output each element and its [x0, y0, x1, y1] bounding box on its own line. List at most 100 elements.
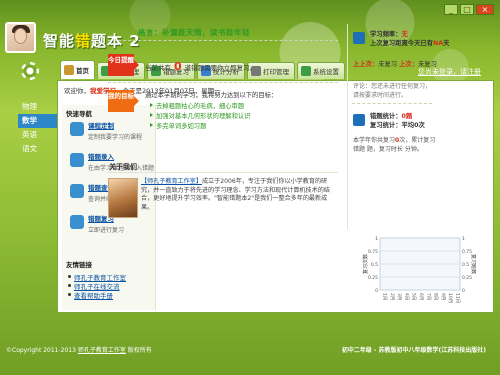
- today-reminder-text: 当前共有 0 道错题需要你立即复习。: [145, 60, 256, 73]
- app-window: 智能错题本 2 _ □ × 您尚未登录，请注册 首页错题管理错题复习统计分析打印…: [0, 0, 500, 375]
- chart-xtick: 10月: [447, 293, 453, 303]
- about-heading: 关于我们: [109, 163, 137, 171]
- chart-xtick: 4月: [403, 293, 409, 300]
- week-pre: 本学年你共复习: [353, 137, 396, 144]
- chart-ytick-right: 0.5: [462, 262, 469, 268]
- current-course[interactable]: 初中二年级 - 苏教版初中八年级数学(江苏科技出版社): [342, 345, 486, 354]
- chart-ytick-right: 0: [462, 288, 465, 294]
- course-icon: [70, 122, 84, 136]
- friend-link[interactable]: 师孔子教育工作室: [66, 272, 126, 282]
- chart-ylabel-right: 复习题数: [470, 254, 476, 274]
- goal-item: 加强对基本几何形状的理解和认识: [150, 111, 250, 121]
- last-post: 天: [443, 40, 450, 47]
- settings-icon: [301, 66, 311, 76]
- goal-list: 去掉粗题枯心的毛病，细心审题 加强对基本几何形状的理解和认识 多完单词多如习题: [150, 101, 250, 131]
- divider: [108, 40, 338, 41]
- subject-list: 物理 数学 英语 语文: [18, 100, 58, 156]
- reminder-count: 0: [174, 60, 182, 73]
- year-review-summary: 本学年你共复习0次，累计复习错题 题，复习时长 分钟。: [353, 137, 437, 154]
- study-frequency: 学习频率：无 上次复习距离今天已有NA天: [370, 30, 449, 48]
- minimize-button[interactable]: _: [444, 4, 458, 15]
- stats-icon: [353, 32, 365, 44]
- welcome-prefix: 欢迎你，: [64, 87, 90, 95]
- quick-nav-desc: 立即进行复习: [88, 227, 125, 234]
- chart-xtick: 5月: [411, 293, 417, 300]
- tab-label: 打印管理: [263, 68, 289, 76]
- review-avg-value: 平均0次: [401, 122, 425, 129]
- friend-links: 友情链接 师孔子教育工作室 师孔子在线交流 查看帮助手册: [66, 259, 126, 300]
- chart-ytick-left: 0: [375, 288, 378, 294]
- chart-ytick-left: 0.5: [371, 262, 378, 268]
- chart-xtick: 8月: [433, 293, 439, 300]
- goal-intro: 通过本学期的学习，我将努力达到以下的目标：: [145, 92, 278, 99]
- freq-label: 学习频率：: [370, 31, 402, 38]
- tab-0[interactable]: 首页: [60, 60, 95, 79]
- goal-item: 去掉粗题枯心的毛病，细心审题: [150, 101, 250, 111]
- review-remark: 评论：您还未进行任何复习，请按要求时间进行。: [353, 83, 432, 99]
- copyright: ©Copyright 2011-2013 师孔子教育工作室 版权所有: [6, 345, 152, 354]
- chart-ylabel: 复习次数: [362, 254, 369, 274]
- chart-ytick-right: 1: [462, 236, 465, 242]
- last-value: 未复习: [417, 61, 437, 68]
- close-button[interactable]: ×: [476, 4, 494, 15]
- tab-label: 系统设置: [313, 68, 339, 76]
- chart-xtick: 9月: [440, 293, 446, 300]
- today-reminder-tag: 今日提醒: [108, 54, 139, 76]
- about-text: 【师孔子教育工作室】成立于2006年，专注于我们你以小学教育的研究，并一直致力于…: [141, 178, 337, 212]
- avatar[interactable]: [5, 22, 36, 53]
- last-value: NA: [432, 40, 444, 47]
- last-label: 上次：: [399, 61, 418, 68]
- title-highlight: 错: [75, 32, 92, 50]
- avatar-face: [14, 28, 27, 44]
- friend-link[interactable]: 师孔子在线交流: [66, 281, 126, 291]
- subject-item[interactable]: 数学: [18, 114, 58, 128]
- reminder-post: 道错题需要你立即复习。: [184, 64, 257, 72]
- error-count-value: 0题: [401, 113, 413, 120]
- error-count-label: 错题统计：: [370, 113, 402, 120]
- stats-panel: 学习频率：无 上次复习距离今天已有NA天 上上次：未复习 上次：未复习 评论：您…: [347, 24, 449, 229]
- last-pre: 上次复习距离今天已有: [370, 40, 433, 47]
- divider: [108, 82, 338, 83]
- chart-xtick: 1月: [382, 293, 388, 300]
- gear-icon[interactable]: [21, 62, 39, 80]
- title-part: 题本: [91, 32, 124, 50]
- copyright-link[interactable]: 师孔子教育工作室: [78, 347, 126, 354]
- about-image: [108, 178, 138, 218]
- copyright-pre: ©Copyright 2011-2013: [6, 347, 78, 354]
- window-controls: _ □ ×: [444, 4, 494, 15]
- chart-ytick-left: 1: [375, 236, 378, 242]
- maximize-button[interactable]: □: [460, 4, 474, 15]
- quick-nav-link[interactable]: 课程定制: [88, 120, 155, 130]
- subject-item[interactable]: 英语: [18, 128, 56, 142]
- quick-nav-item[interactable]: 课程定制定制我要学习的课程: [62, 118, 155, 149]
- subject-item[interactable]: 物理: [18, 100, 56, 114]
- tab-5[interactable]: 系统设置: [297, 62, 345, 79]
- my-goal-tag: 我的目标: [108, 90, 139, 112]
- tab-label: 首页: [76, 67, 89, 75]
- reminder-pre: 当前共有: [145, 64, 171, 72]
- chart-ytick-left: 0.25: [368, 275, 378, 281]
- chart-xtick: 2月: [389, 293, 395, 300]
- review-avg-label: 复习统计：: [370, 122, 402, 129]
- query-icon: [70, 184, 84, 198]
- entry-icon: [70, 153, 84, 167]
- motto: 格言：补漏趁天晴，读书趁年轻: [138, 28, 250, 37]
- review-icon: [70, 215, 84, 229]
- goal-item: 多完单词多如习题: [150, 121, 250, 131]
- subject-item[interactable]: 语文: [18, 142, 56, 156]
- quick-nav-link[interactable]: 错题录入: [88, 151, 155, 161]
- stats-icon: [353, 114, 365, 126]
- about-brand-link[interactable]: 【师孔子教育工作室】: [141, 178, 202, 185]
- error-stats: 错题统计：0题 复习统计：平均0次: [370, 112, 425, 130]
- friend-links-list: 师孔子教育工作室 师孔子在线交流 查看帮助手册: [66, 272, 126, 300]
- chart-ytick-right: 0.25: [462, 275, 472, 281]
- chart-xtick: 6月: [418, 293, 424, 300]
- home-icon: [64, 65, 74, 75]
- before-last-value: 未复习: [378, 61, 398, 68]
- chart-ytick-left: 0.75: [368, 249, 378, 255]
- freq-value: 无: [401, 31, 408, 38]
- friend-link[interactable]: 查看帮助手册: [66, 290, 126, 300]
- quick-nav-desc: 定制我要学习的课程: [88, 134, 143, 141]
- divider: [108, 172, 338, 173]
- chart-xtick: 7月: [425, 293, 431, 300]
